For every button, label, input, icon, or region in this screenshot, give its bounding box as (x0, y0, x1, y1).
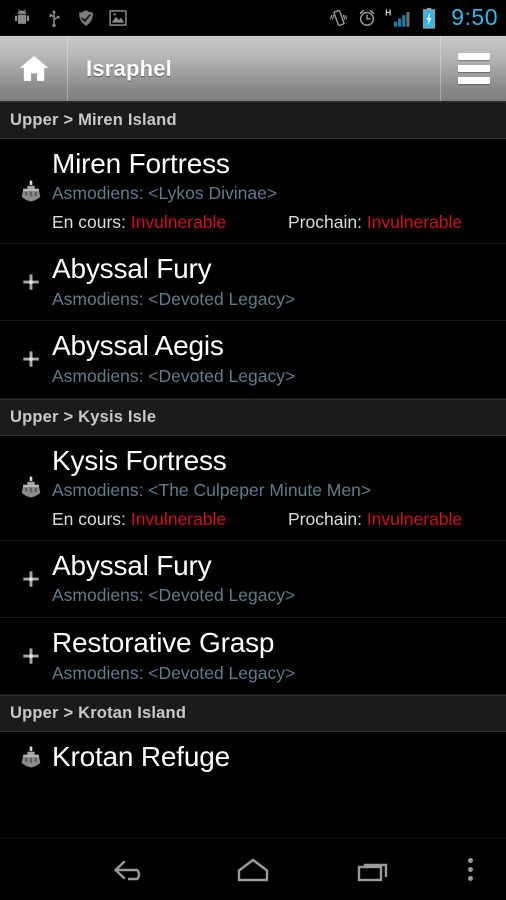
list-item[interactable]: Abyssal Fury Asmodiens: <Devoted Legacy> (0, 540, 506, 619)
home-icon (233, 855, 273, 885)
fortress-icon (10, 473, 52, 501)
list-item[interactable]: Abyssal Fury Asmodiens: <Devoted Legacy> (0, 244, 506, 322)
list-item[interactable]: Krotan Refuge (0, 732, 506, 783)
list-item-body: Miren Fortress Asmodiens: <Lykos Divinae>… (52, 148, 496, 233)
list-item[interactable]: Abyssal Aegis Asmodiens: <Devoted Legacy> (0, 321, 506, 399)
list-item[interactable]: Restorative Grasp Asmodiens: <Devoted Leg… (0, 618, 506, 696)
system-navigation-bar (0, 838, 506, 900)
alarm-clock-icon (357, 8, 377, 28)
artifact-icon (10, 567, 52, 591)
android-debug-icon (12, 8, 32, 28)
status-next-value: Invulnerable (366, 212, 463, 233)
status-bar-clock: 9:50 (451, 4, 498, 30)
list-item-owner: Asmodiens: <Devoted Legacy> (52, 662, 296, 683)
status-current-value: Invulnerable (130, 508, 227, 529)
list-item-title: Abyssal Fury (52, 549, 212, 581)
hamburger-bar (457, 65, 490, 72)
list-item-title: Restorative Grasp (52, 627, 275, 659)
status-next: Prochain: Invulnerable (274, 509, 496, 530)
list-item-title: Krotan Refuge (52, 741, 230, 773)
list-item-owner: Asmodiens: <The Culpeper Minute Men> (52, 480, 372, 501)
status-next: Prochain: Invulnerable (274, 212, 496, 233)
fortress-list[interactable]: Upper > Miren Island Miren Fortress Asmodi… (0, 102, 506, 838)
action-bar: Israphel (0, 36, 506, 102)
status-next-label: Prochain: (288, 508, 362, 529)
gallery-icon (108, 8, 128, 28)
artifact-icon (10, 347, 52, 371)
list-item-body: Abyssal Fury Asmodiens: <Devoted Legacy> (52, 253, 496, 310)
nav-overflow-button[interactable] (434, 839, 506, 900)
vibrate-icon (329, 8, 349, 28)
list-item-title: Miren Fortress (52, 148, 230, 179)
list-item-title: Kysis Fortress (52, 444, 227, 476)
hamburger-menu-icon (457, 53, 490, 60)
status-bar-right-icons: H 9:50 (329, 6, 498, 29)
status-current-label: En cours: (52, 212, 126, 233)
nav-home-button[interactable] (193, 839, 314, 900)
fortress-icon (10, 743, 52, 771)
nav-recents-button[interactable] (313, 839, 434, 900)
list-item-status: En cours: Invulnerable Prochain: Invulner… (52, 509, 496, 530)
list-item-title: Abyssal Aegis (52, 330, 224, 362)
list-item[interactable]: Miren Fortress Asmodiens: <Lykos Divinae>… (0, 139, 506, 245)
status-next-value: Invulnerable (366, 508, 463, 529)
status-bar-left-icons (12, 8, 128, 28)
status-current: En cours: Invulnerable (52, 212, 274, 233)
nav-placeholder (0, 839, 72, 900)
overflow-menu-button[interactable] (440, 36, 506, 101)
artifact-icon (10, 644, 52, 668)
svg-text:H: H (385, 8, 391, 17)
action-bar-home-button[interactable] (0, 36, 68, 101)
fortress-icon (10, 177, 52, 205)
list-item-owner: Asmodiens: <Devoted Legacy> (52, 365, 296, 386)
status-next-label: Prochain: (288, 212, 362, 233)
section-header: Upper > Krotan Island (0, 695, 506, 733)
list-item-owner: Asmodiens: <Devoted Legacy> (52, 288, 296, 309)
list-item-body: Abyssal Aegis Asmodiens: <Devoted Legacy> (52, 330, 496, 387)
usb-icon (44, 8, 64, 28)
list-item-body: Kysis Fortress Asmodiens: <The Culpeper M… (52, 445, 496, 530)
recents-icon (354, 855, 394, 885)
nav-back-button[interactable] (72, 839, 193, 900)
hamburger-bar (457, 77, 490, 84)
list-item-body: Krotan Refuge (52, 741, 496, 772)
list-item-body: Abyssal Fury Asmodiens: <Devoted Legacy> (52, 550, 496, 607)
status-current-value: Invulnerable (130, 212, 227, 233)
system-status-bar: H 9:50 (0, 0, 506, 36)
hspa-signal-icon: H (385, 7, 413, 29)
list-item-status: En cours: Invulnerable Prochain: Invulner… (52, 212, 496, 233)
list-item-owner: Asmodiens: <Devoted Legacy> (52, 585, 296, 606)
home-icon (17, 52, 51, 86)
battery-charging-icon (421, 7, 437, 29)
list-item-title: Abyssal Fury (52, 253, 212, 285)
back-icon (110, 855, 154, 885)
app-screen: H 9:50 Israphel Upper > Miren Island Mir… (0, 0, 506, 900)
shield-check-icon (76, 8, 96, 28)
status-current: En cours: Invulnerable (52, 509, 274, 530)
section-header: Upper > Kysis Isle (0, 398, 506, 436)
artifact-icon (10, 270, 52, 294)
page-title: Israphel (86, 55, 172, 81)
overflow-menu-icon (467, 858, 473, 881)
status-current-label: En cours: (52, 508, 126, 529)
list-item-body: Restorative Grasp Asmodiens: <Devoted Leg… (52, 627, 496, 684)
section-header: Upper > Miren Island (0, 102, 506, 139)
list-item[interactable]: Kysis Fortress Asmodiens: <The Culpeper M… (0, 435, 506, 541)
list-item-owner: Asmodiens: <Lykos Divinae> (52, 183, 278, 204)
